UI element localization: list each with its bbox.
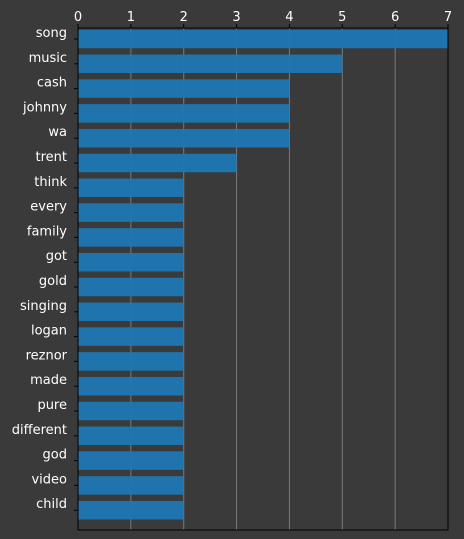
y-tick-label-johnny: johnny — [22, 100, 67, 115]
y-tick-label-every: every — [30, 200, 67, 215]
y-tick-label-gold: gold — [39, 274, 67, 289]
x-tick-label: 2 — [180, 10, 188, 25]
y-tick-label-child: child — [36, 497, 67, 512]
bar-music — [78, 54, 343, 74]
bar-god — [78, 451, 184, 470]
bar-got — [78, 252, 184, 272]
y-tick-label-different: different — [12, 423, 67, 438]
bar-song — [78, 29, 448, 49]
bar-trent — [78, 153, 237, 173]
x-tick-label: 5 — [338, 10, 346, 25]
y-tick-label-think: think — [34, 175, 67, 190]
x-tick-label: 7 — [444, 10, 452, 25]
x-tick-label: 3 — [232, 10, 240, 25]
y-tick-label-logan: logan — [31, 324, 67, 339]
bar-think — [78, 178, 184, 198]
x-tick-label: 6 — [391, 10, 399, 25]
bar-pure — [78, 401, 184, 421]
bar-different — [78, 426, 184, 446]
bar-singing — [78, 302, 184, 322]
y-tick-label-god: god — [43, 448, 67, 463]
bar-wa — [78, 128, 290, 148]
bar-logan — [78, 327, 184, 346]
y-tick-label-wa: wa — [48, 125, 67, 140]
y-tick-label-got: got — [46, 249, 67, 264]
y-tick-label-pure: pure — [37, 398, 67, 413]
bar-chart: 0 1 2 3 4 5 6 7 song music cash johnny wa trent think… — [0, 0, 464, 539]
y-tick-label-video: video — [31, 472, 67, 487]
y-tick-label-singing: singing — [20, 299, 67, 314]
y-tick-label-family: family — [27, 224, 67, 239]
bar-johnny — [78, 104, 290, 123]
y-tick-label-trent: trent — [36, 150, 68, 165]
bar-video — [78, 476, 184, 495]
y-tick-label-music: music — [29, 51, 67, 66]
x-tick-label: 0 — [74, 10, 82, 25]
bar-family — [78, 228, 184, 247]
x-tick-label: 4 — [285, 10, 293, 25]
y-tick-label-cash: cash — [37, 76, 67, 91]
bar-gold — [78, 277, 184, 297]
bar-cash — [78, 79, 290, 98]
bar-made — [78, 376, 184, 396]
bar-every — [78, 203, 184, 222]
x-tick-label: 1 — [127, 10, 135, 25]
bar-child — [78, 500, 184, 520]
bar-reznor — [78, 352, 184, 371]
y-tick-label-made: made — [30, 373, 67, 388]
y-tick-label-song: song — [36, 26, 67, 41]
y-tick-label-reznor: reznor — [26, 348, 68, 363]
